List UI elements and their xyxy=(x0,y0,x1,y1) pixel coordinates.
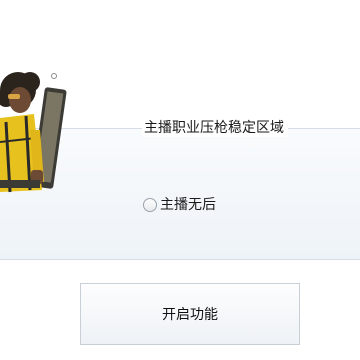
no-recoil-radio-label: 主播无后 xyxy=(160,197,216,213)
enable-feature-button[interactable]: 开启功能 xyxy=(80,283,300,345)
radio-circle-icon[interactable] xyxy=(143,198,157,212)
group-title: 主播职业压枪稳定区域 xyxy=(142,119,288,137)
enable-feature-button-label: 开启功能 xyxy=(162,307,218,323)
settings-panel: 主播职业压枪稳定区域 主播无后 开启功能 xyxy=(0,0,360,360)
streamer-character-image xyxy=(0,72,67,193)
no-recoil-radio[interactable]: 主播无后 xyxy=(143,196,216,214)
